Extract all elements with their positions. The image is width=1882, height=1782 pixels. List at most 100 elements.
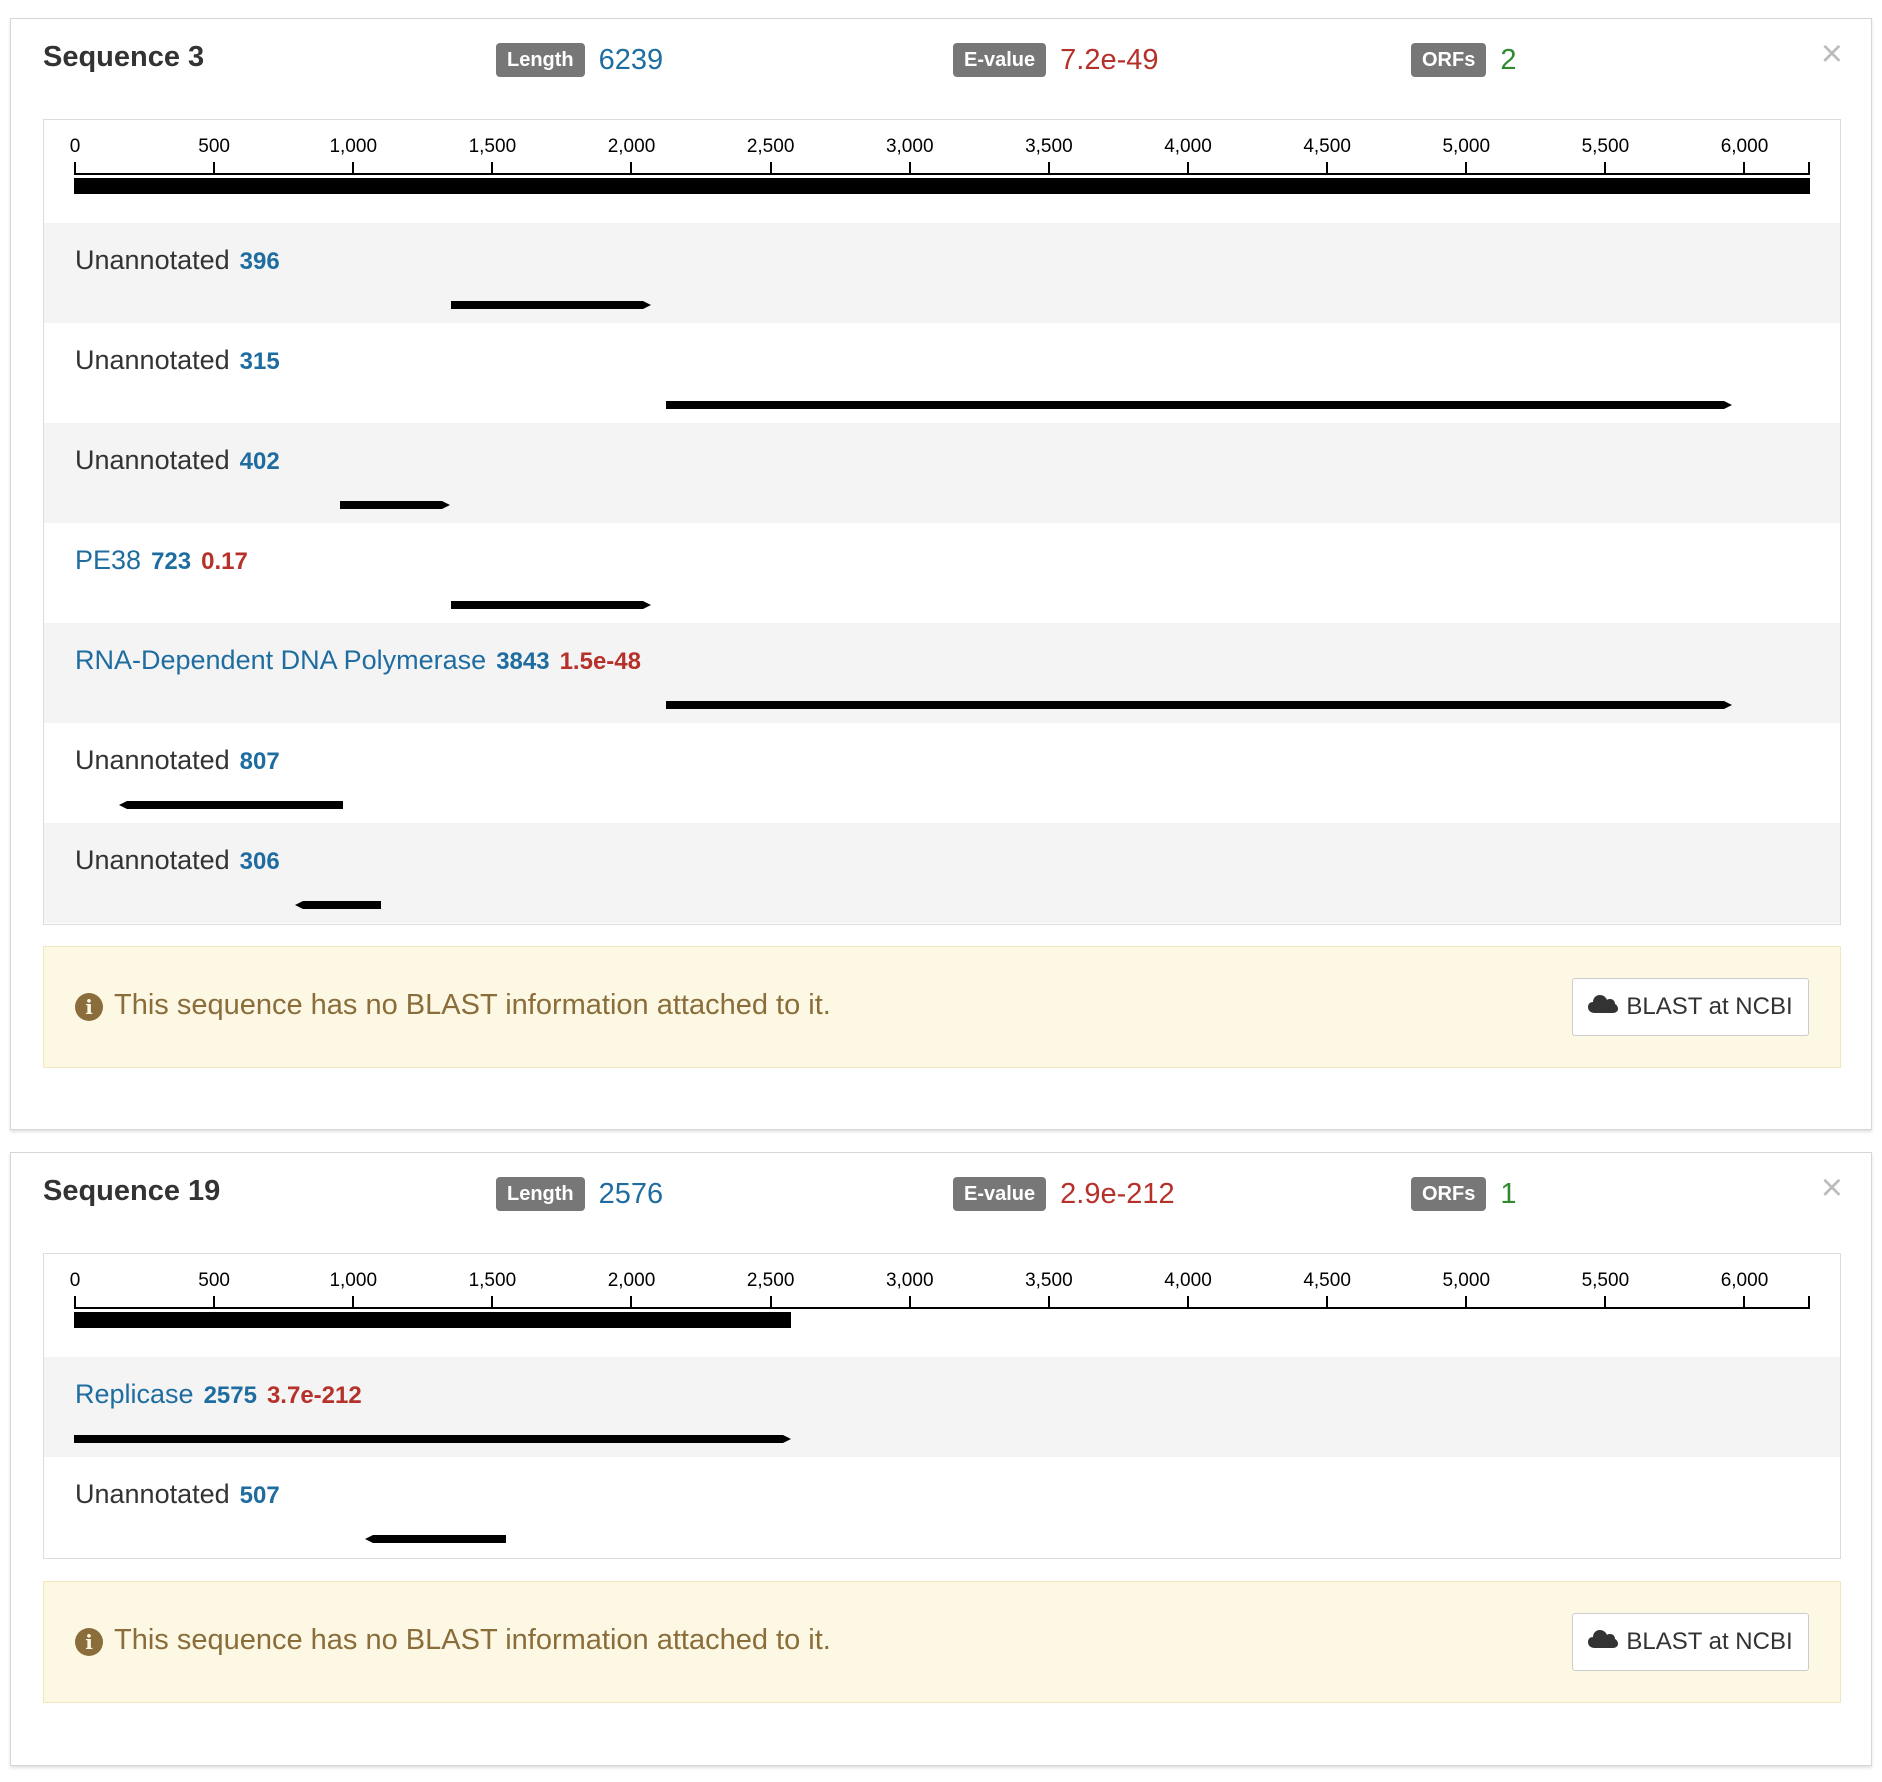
ruler-tick	[74, 162, 76, 174]
orf-position-bar[interactable]	[665, 701, 1732, 709]
ruler-tick	[491, 162, 494, 174]
orf-length: 3843	[496, 648, 550, 675]
evalue-label: E-value	[953, 1177, 1047, 1211]
ruler-tick	[630, 1296, 633, 1308]
evalue-stat: E-value 7.2e-49	[953, 43, 1159, 77]
orf-length: 306	[239, 848, 280, 875]
ruler-axis-line	[74, 1307, 1810, 1309]
orf-label: Unannotated 507	[75, 1479, 280, 1510]
ruler-tick	[1743, 162, 1746, 174]
orf-length: 723	[151, 548, 192, 575]
ruler-tick-label: 4,500	[1303, 136, 1351, 157]
orfs-value: 2	[1500, 43, 1517, 76]
blast-at-ncbi-button[interactable]: BLAST at NCBI	[1572, 1613, 1809, 1671]
orf-row: Replicase 2575 3.7e-212	[44, 1357, 1840, 1457]
ruler-end-tick	[1808, 1296, 1810, 1308]
ruler-tick-label: 1,500	[468, 136, 517, 157]
info-circle-icon: i	[75, 1628, 103, 1656]
ruler-tick	[213, 162, 216, 174]
evalue-label: E-value	[953, 43, 1047, 77]
length-label: Length	[496, 1177, 585, 1211]
orf-position-bar[interactable]	[74, 1435, 791, 1443]
orf-length: 807	[239, 748, 280, 775]
ruler-tick-label: 3,500	[1025, 1270, 1073, 1291]
orf-row: Unannotated 507	[44, 1457, 1840, 1557]
orf-position-bar[interactable]	[364, 1535, 506, 1543]
orf-label: Unannotated 807	[75, 745, 280, 776]
orf-position-bar[interactable]	[451, 601, 651, 609]
ruler-tick-label: 6,000	[1720, 136, 1769, 157]
ruler-tick-label: 6,000	[1720, 1270, 1769, 1291]
orf-length: 507	[239, 1482, 280, 1509]
orf-track-box: 0 500 1,000 1,500 2,000 2,500 3,000 3,500 4,000 4…	[43, 119, 1841, 925]
orf-row: Unannotated 396	[44, 223, 1840, 323]
ruler-tick-label: 4,000	[1164, 1270, 1212, 1291]
orf-position-bar[interactable]	[451, 301, 651, 309]
ruler-tick-label: 4,500	[1303, 1270, 1351, 1291]
orf-label: Replicase 2575 3.7e-212	[75, 1379, 362, 1410]
length-value: 2576	[598, 1177, 664, 1210]
close-icon[interactable]: ×	[1821, 1169, 1843, 1207]
orf-annotation-link[interactable]: RNA-Dependent DNA Polymerase	[75, 645, 486, 675]
ruler-tick-label: 0	[69, 1270, 81, 1291]
blast-button-label: BLAST at NCBI	[1626, 993, 1793, 1020]
cloud-icon	[1588, 993, 1619, 1021]
blast-at-ncbi-button[interactable]: BLAST at NCBI	[1572, 978, 1809, 1036]
orf-name: Unannotated	[75, 245, 230, 275]
ruler-tick-label: 500	[198, 136, 230, 157]
orf-name: Unannotated	[75, 745, 230, 775]
ruler-tick	[1604, 1296, 1607, 1308]
orf-evalue: 0.17	[201, 548, 248, 575]
orf-position-bar[interactable]	[665, 401, 1732, 409]
orf-position-bar[interactable]	[339, 501, 450, 509]
ruler-tick	[1743, 1296, 1746, 1308]
sequence-ruler: 0 500 1,000 1,500 2,000 2,500 3,000 3,500 4,000 4…	[44, 120, 1840, 223]
ruler-end-tick	[1808, 162, 1810, 174]
orf-name: Unannotated	[75, 345, 230, 375]
orf-row: Unannotated 402	[44, 423, 1840, 523]
orf-name: Unannotated	[75, 845, 230, 875]
ruler-axis-line	[74, 173, 1810, 175]
orf-row: Unannotated 807	[44, 723, 1840, 823]
ruler-tick	[1465, 162, 1468, 174]
ruler-tick-label: 2,500	[746, 1270, 795, 1291]
ruler-tick	[352, 1296, 355, 1308]
ruler-tick-label: 0	[69, 136, 81, 157]
length-label: Length	[496, 43, 585, 77]
ruler-tick	[491, 1296, 494, 1308]
ruler-tick	[1186, 1296, 1189, 1308]
orfs-label: ORFs	[1411, 1177, 1487, 1211]
orf-annotation-link[interactable]: Replicase	[75, 1379, 194, 1409]
evalue-value: 7.2e-49	[1060, 43, 1159, 76]
alert-message: This sequence has no BLAST information a…	[114, 1624, 831, 1656]
sequence-title: Sequence 3	[43, 41, 205, 73]
ruler-tick-label: 2,500	[746, 136, 795, 157]
ruler-tick	[908, 1296, 911, 1308]
ruler-tick-label: 4,000	[1164, 136, 1212, 157]
info-circle-icon: i	[75, 993, 103, 1021]
length-value: 6239	[598, 43, 664, 76]
orf-label: Unannotated 402	[75, 445, 280, 476]
orf-length: 315	[239, 348, 280, 375]
orf-annotation-link[interactable]: PE38	[75, 545, 141, 575]
sequence-length-bar	[74, 178, 1810, 194]
sequence-title: Sequence 19	[43, 1175, 221, 1207]
orf-row: Unannotated 306	[44, 823, 1840, 923]
orfs-stat: ORFs 2	[1411, 43, 1516, 77]
sequence-length-bar	[74, 1312, 791, 1328]
alert-message: This sequence has no BLAST information a…	[114, 989, 831, 1021]
ruler-tick-label: 3,000	[885, 136, 934, 157]
ruler-tick	[352, 162, 355, 174]
orf-list: Unannotated 396 Unannotated 315 Unannotated 4…	[44, 223, 1840, 923]
orf-name: Unannotated	[75, 1479, 230, 1509]
orfs-label: ORFs	[1411, 43, 1487, 77]
close-icon[interactable]: ×	[1821, 35, 1843, 73]
orf-position-bar[interactable]	[118, 801, 344, 809]
ruler-tick-label: 5,000	[1442, 136, 1491, 157]
ruler-tick-label: 5,000	[1442, 1270, 1491, 1291]
sequence-panel-3: Sequence 3 Length 6239 E-value 7.2e-49 O…	[10, 18, 1872, 1130]
evalue-value: 2.9e-212	[1060, 1177, 1175, 1210]
ruler-tick-label: 3,000	[885, 1270, 934, 1291]
evalue-stat: E-value 2.9e-212	[953, 1177, 1175, 1211]
orf-position-bar[interactable]	[295, 901, 381, 909]
